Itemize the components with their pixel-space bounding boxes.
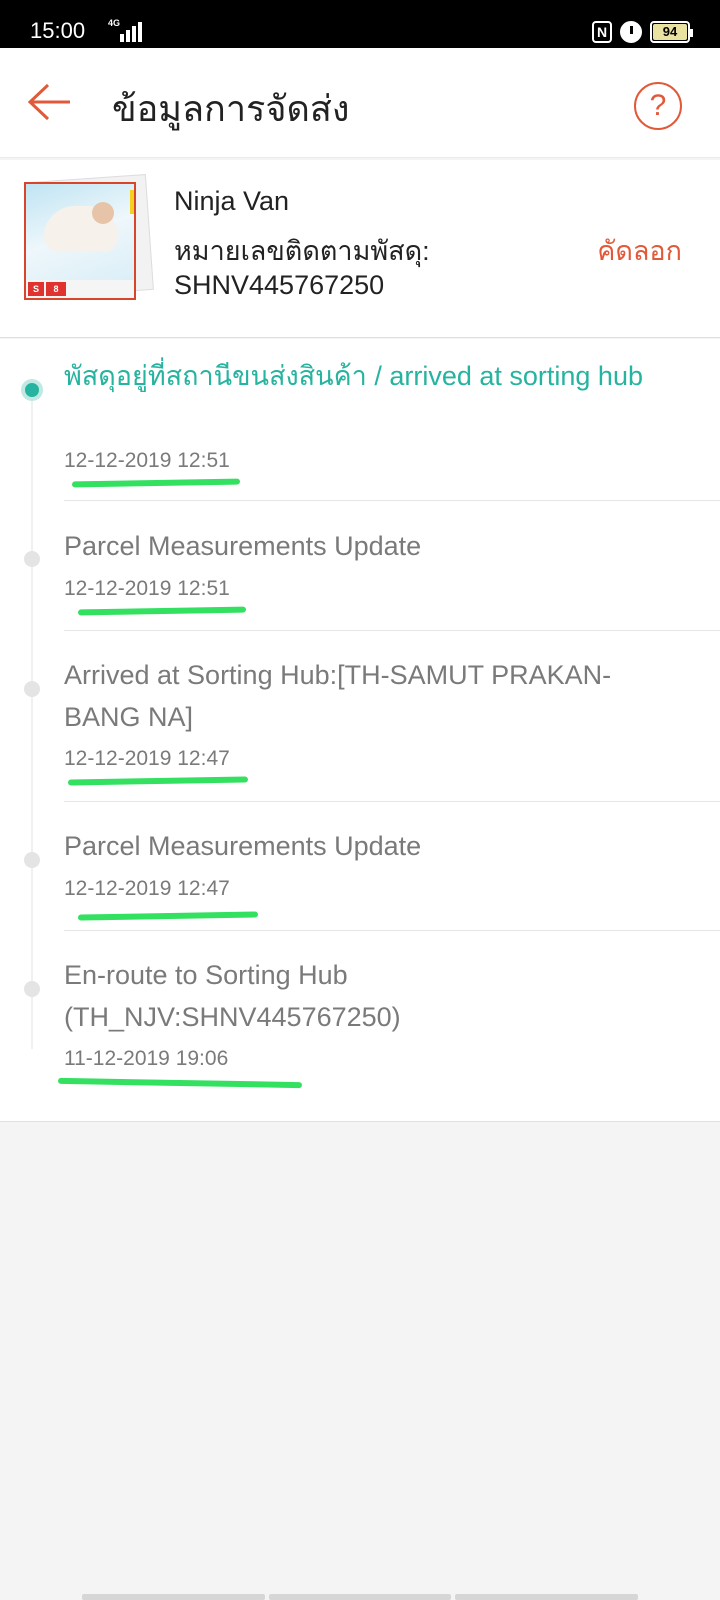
tracking-timeline: พัสดุอยู่ที่สถานีขนส่งสินค้า / arrived a… [0, 339, 720, 1122]
divider [64, 801, 720, 802]
event-time: 11-12-2019 19:06 [64, 1047, 229, 1070]
timeline-dot [24, 551, 40, 567]
app-header: ข้อมูลการจัดส่ง ? [0, 48, 720, 158]
timeline-dot-active [21, 379, 43, 401]
tracking-label: หมายเลขติดตามพัสดุ: [174, 236, 430, 266]
event-time: 12-12-2019 12:51 [64, 577, 230, 600]
timeline-dot [24, 681, 40, 697]
shipment-card: S 8 Ninja Van หมายเลขติดตามพัสดุ: SHNV44… [0, 160, 720, 338]
gesture-bar [82, 1594, 639, 1600]
page-title: ข้อมูลการจัดส่ง [112, 88, 350, 129]
alarm-icon [620, 21, 642, 43]
thumb-strip: S 8 [26, 280, 134, 298]
product-thumbnail[interactable]: S 8 [24, 182, 136, 300]
carrier-name: Ninja Van [174, 186, 290, 216]
battery-icon: 94 [650, 21, 693, 43]
highlight-marker [77, 606, 247, 616]
timeline-dot [24, 852, 40, 868]
divider [64, 630, 720, 631]
event-status: Parcel Measurements Update [64, 831, 422, 861]
divider [64, 500, 720, 501]
battery-level: 94 [653, 24, 687, 40]
network-type: 4G [108, 18, 121, 28]
status-time: 15:00 [30, 18, 86, 43]
highlight-marker [71, 478, 241, 488]
event-time: 12-12-2019 12:47 [64, 877, 230, 900]
sale-badge-icon: 8 [46, 282, 66, 296]
event-time: 12-12-2019 12:51 [64, 449, 230, 472]
timeline-dot [24, 981, 40, 997]
highlight-marker [77, 911, 259, 921]
timeline-line [31, 389, 33, 1049]
tracking-number: SHNV445767250 [174, 270, 385, 300]
help-icon[interactable]: ? [634, 82, 682, 130]
shop-badge-icon: S [28, 282, 44, 296]
thumb-head [92, 202, 114, 224]
highlight-marker [57, 1077, 303, 1089]
highlight-marker [67, 776, 249, 786]
thumb-accent [130, 190, 134, 214]
status-icons: N 94 [592, 20, 693, 44]
event-status: Arrived at Sorting Hub:[TH-SAMUT PRAKAN-… [64, 660, 612, 732]
event-time: 12-12-2019 12:47 [64, 747, 230, 770]
event-status: Parcel Measurements Update [64, 531, 422, 561]
signal-icon: 4G [106, 18, 142, 42]
event-status: En-route to Sorting Hub (TH_NJV:SHNV4457… [64, 960, 401, 1032]
copy-button[interactable]: คัดลอก [597, 229, 682, 272]
nfc-icon: N [592, 21, 612, 43]
divider [64, 930, 720, 931]
arrow-left-icon[interactable] [26, 82, 72, 122]
status-bar: 15:00 4G N 94 [0, 0, 720, 48]
event-status: พัสดุอยู่ที่สถานีขนส่งสินค้า / arrived a… [64, 361, 643, 391]
